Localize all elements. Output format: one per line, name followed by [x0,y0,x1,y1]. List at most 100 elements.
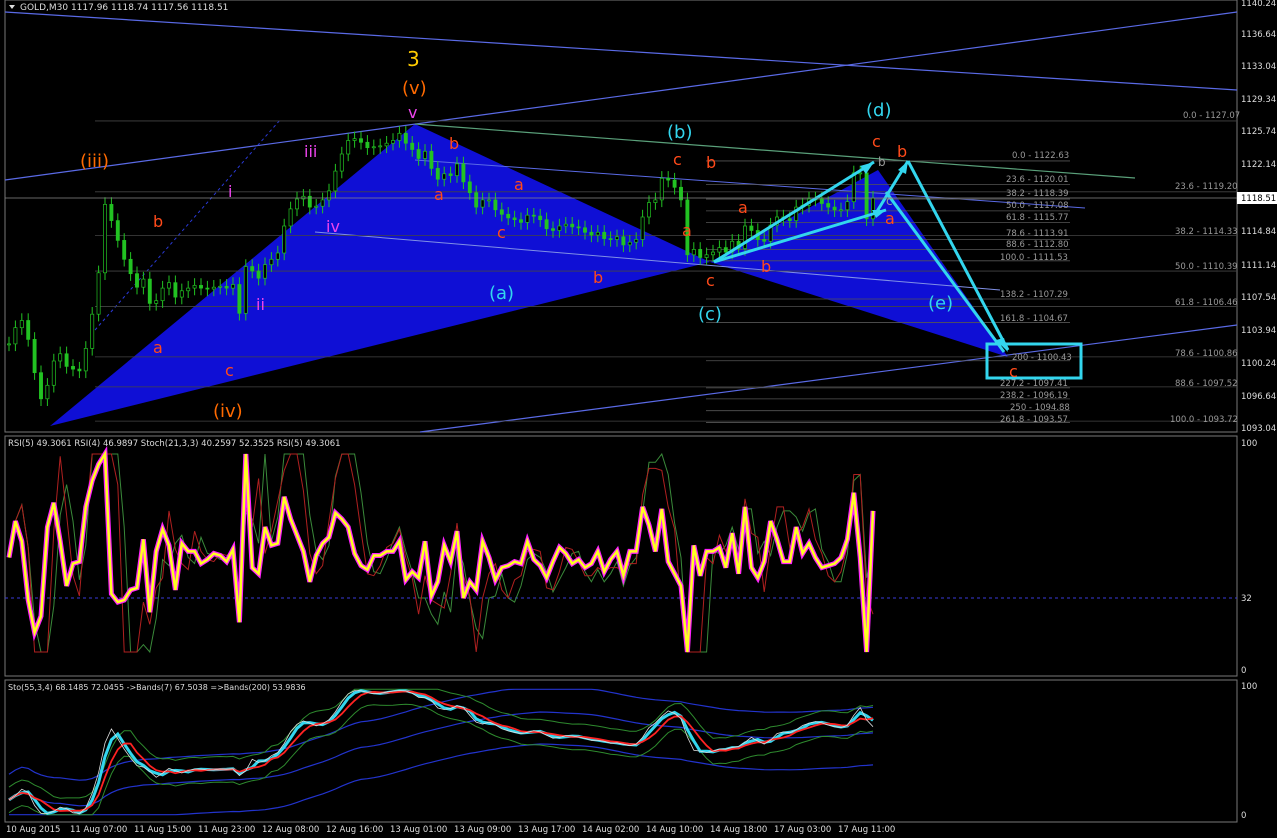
price-tick: 1103.94 [1241,326,1276,336]
candle-body [832,206,837,211]
candle-body [410,142,415,150]
candle-body [659,177,664,201]
wave-label-c: c [497,223,506,242]
candle-body [109,204,114,221]
candle-body [333,170,338,192]
candle-body [467,181,472,194]
wave-label-c-paren: (c) [698,304,722,325]
candle-body [71,366,75,370]
price-tick: 1125.74 [1241,127,1276,137]
candle-body [544,219,549,230]
price-tick: 1096.64 [1241,392,1276,402]
wave-label-c: c [706,271,715,290]
time-tick: 12 Aug 08:00 [262,825,319,835]
candle-body [608,238,613,240]
wave-label-i: i [228,182,232,201]
candle-body [563,223,568,227]
candle-body [647,202,651,218]
candle-body [154,300,159,304]
candle-body [122,240,127,260]
price-tick: 1111.14 [1241,261,1276,271]
candle-body [461,163,466,183]
candle-body [224,285,229,289]
candle-body [39,372,43,400]
fib-label: 238.2 - 1096.19 [1000,391,1068,401]
wave-label-iv-paren: (iv) [213,401,243,422]
current-price-label: 1118.51 [1241,194,1276,204]
candle-body [583,227,587,233]
fib-label: 200 - 1100.43 [1012,353,1072,363]
fib-label: 50.0 - 1117.08 [1006,201,1069,211]
wave-label-iv: iv [326,217,340,236]
candle-body [538,215,543,221]
candle-body [275,252,280,260]
candle-body [749,225,754,231]
candle-body [839,209,843,212]
wave-label-iii: iii [304,142,317,161]
candle-body [128,258,133,275]
symbol-title: GOLD,M30 1117.96 1118.74 1117.56 1118.51 [20,3,228,13]
rsi-panel[interactable] [4,435,1238,677]
wave-label-b: b [897,142,907,161]
wave-label-e-paren: (e) [928,293,953,314]
fib-label: 78.6 - 1100.86 [1175,349,1238,359]
candle-body [346,140,351,155]
fib-label: 88.6 - 1097.52 [1175,379,1238,389]
candle-body [352,138,357,141]
price-axis[interactable]: 1140.24 1136.64 1133.04 1129.34 1125.74 … [1237,0,1277,434]
wave-label-b: b [593,268,603,287]
candle-body [391,140,395,144]
fib-label: 61.8 - 1106.46 [1175,298,1238,308]
time-tick: 11 Aug 07:00 [70,825,127,835]
wave-label-c: c [1009,362,1018,381]
price-tick: 1140.24 [1241,0,1276,9]
candle-body [826,203,831,208]
candle-body [199,285,203,289]
candle-body [205,287,210,290]
wave-label-d-paren: (d) [866,100,891,121]
wave-label-v-paren: (v) [402,78,427,99]
time-tick: 13 Aug 09:00 [454,825,511,835]
candle-body [135,273,139,288]
candle-body [621,236,626,246]
wave-label-c: c [872,132,881,151]
candle-body [512,217,517,221]
candle-body [448,173,453,176]
price-tick: 1122.14 [1241,160,1276,170]
candle-body [320,199,325,207]
time-tick: 13 Aug 01:00 [390,825,447,835]
wave-label-3: 3 [407,47,420,71]
time-tick: 11 Aug 15:00 [134,825,191,835]
candle-body [141,278,146,288]
wave-label-c: c [886,194,893,208]
wave-label-iii-paren: (iii) [80,151,109,172]
rsi-scale-bottom: 0 [1241,666,1246,676]
candle-body [397,132,402,141]
candle-body [269,258,274,266]
candle-body [557,225,562,231]
fib-label: 61.8 - 1115.77 [1006,213,1069,223]
candle-body [13,327,18,345]
wave-label-a: a [682,221,692,240]
fib-label: 100.0 - 1111.53 [1000,253,1068,263]
sto-panel[interactable] [4,679,1238,823]
candle-body [19,320,24,329]
wave-label-c: c [673,150,682,169]
price-tick: 1100.24 [1241,359,1276,369]
time-tick: 14 Aug 10:00 [646,825,703,835]
wave-label-a: a [514,175,524,194]
candle-body [103,204,107,274]
candle-body [263,264,267,279]
candle-body [256,270,261,279]
rsi-scale-mid: 32 [1241,594,1252,604]
candle-body [595,231,600,236]
candle-body [378,145,383,148]
candle-body [698,249,703,258]
candle-body [96,272,101,315]
candle-body [717,247,722,253]
candle-body [576,226,581,229]
time-axis[interactable]: 10 Aug 2015 11 Aug 07:00 11 Aug 15:00 11… [6,825,895,835]
candle-body [231,284,235,289]
wave-label-b: b [706,153,716,172]
time-tick: 10 Aug 2015 [6,825,60,835]
